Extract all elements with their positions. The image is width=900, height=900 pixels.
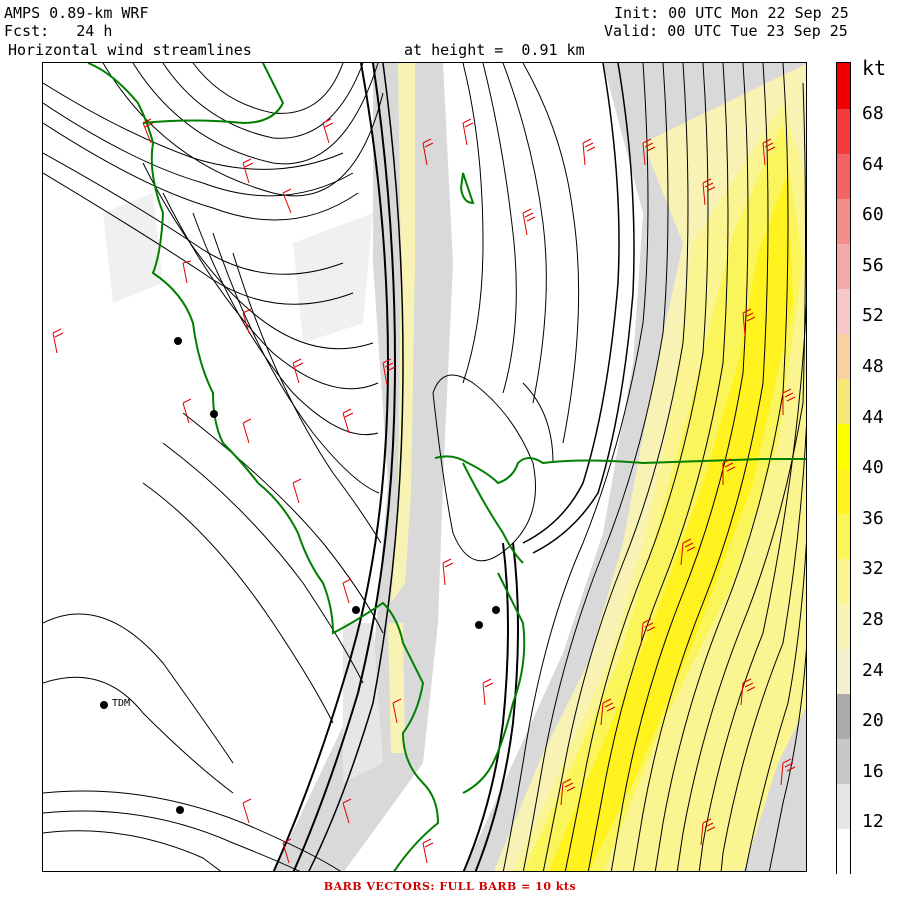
- station-marker: [475, 621, 483, 629]
- legend-swatch: [837, 828, 850, 874]
- station-marker: [174, 337, 182, 345]
- station-marker: [352, 606, 360, 614]
- legend-swatch: [837, 603, 850, 649]
- model-title: AMPS 0.89-km WRF: [4, 4, 149, 22]
- legend-label: 60: [862, 204, 884, 226]
- legend-swatch: [837, 333, 850, 379]
- legend-swatch: [837, 648, 850, 694]
- valid-time: Valid: 00 UTC Tue 23 Sep 25: [604, 22, 848, 40]
- legend-unit: kt: [862, 56, 887, 80]
- legend-label: 48: [862, 356, 884, 377]
- station-marker: [492, 606, 500, 614]
- legend-label: 64: [862, 153, 884, 175]
- legend-swatch: [837, 783, 850, 829]
- product-title: Horizontal wind streamlines: [8, 41, 252, 59]
- legend-swatch: [837, 288, 850, 334]
- legend-swatch: [837, 693, 850, 739]
- station-marker-tdm: [100, 701, 108, 709]
- legend-label: 20: [862, 710, 884, 732]
- legend-swatch: [837, 423, 850, 469]
- legend-swatch: [837, 513, 850, 559]
- legend-swatch: [837, 153, 850, 199]
- legend-swatch: [837, 108, 850, 154]
- legend-label: 24: [862, 659, 884, 681]
- legend-label: 52: [862, 305, 884, 327]
- init-time: Init: 00 UTC Mon 22 Sep 25: [614, 4, 849, 22]
- forecast-hour: Fcst: 24 h: [4, 22, 113, 40]
- height-label: at height = 0.91 km: [404, 41, 585, 59]
- legend-label: 28: [862, 609, 884, 630]
- legend-label: 56: [862, 254, 884, 276]
- legend-swatch: [837, 558, 850, 604]
- legend-swatch: [837, 243, 850, 289]
- barb-vectors-note: BARB VECTORS: FULL BARB = 10 kts: [323, 880, 577, 893]
- wind-speed-legend: [836, 62, 851, 874]
- station-label-tdm: TDM: [112, 698, 131, 709]
- legend-swatch: [837, 378, 850, 424]
- legend-swatch: [837, 468, 850, 514]
- legend-swatch: [837, 198, 850, 244]
- legend-label: 36: [862, 507, 884, 529]
- weather-forecast-page: { "header": { "model": "AMPS 0.89-km WRF…: [0, 0, 900, 900]
- legend-label: 40: [862, 457, 884, 479]
- legend-swatch: [837, 63, 850, 109]
- legend-swatch: [837, 738, 850, 784]
- legend-label: 68: [862, 103, 884, 124]
- legend-label: 44: [862, 406, 884, 428]
- legend-label: 32: [862, 558, 884, 580]
- legend-label: 16: [862, 760, 884, 782]
- station-marker: [176, 806, 184, 814]
- station-marker: [210, 410, 218, 418]
- wind-field-svg: [43, 63, 806, 871]
- legend-label: 12: [862, 811, 884, 833]
- wind-map: TDM: [42, 62, 807, 872]
